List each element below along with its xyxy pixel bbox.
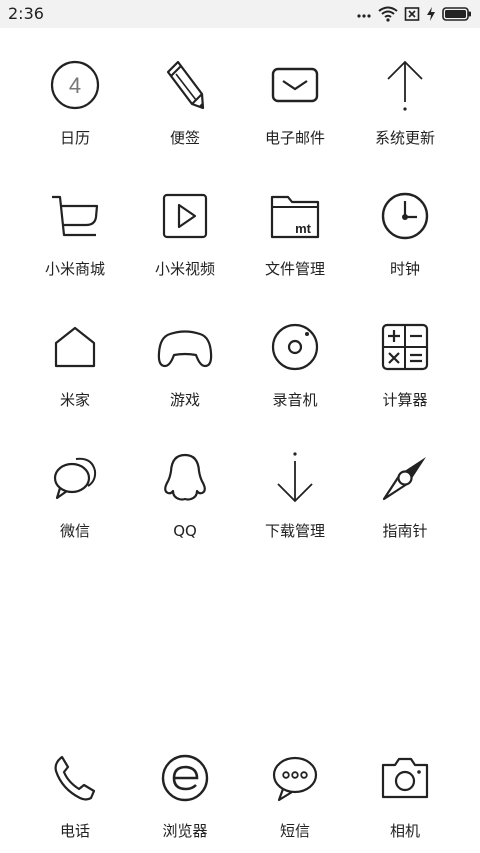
app-email[interactable]: 电子邮件 bbox=[240, 52, 350, 183]
app-label: 日历 bbox=[59, 129, 90, 147]
folder-icon: mt bbox=[262, 183, 328, 249]
status-bar: 2:36 bbox=[0, 0, 480, 28]
message-bubble-icon bbox=[262, 745, 328, 811]
app-mi-store[interactable]: 小米商城 bbox=[20, 183, 130, 314]
app-file-manager[interactable]: mt 文件管理 bbox=[240, 183, 350, 314]
pencil-icon bbox=[152, 52, 218, 118]
app-calendar[interactable]: 4 日历 bbox=[20, 52, 130, 183]
wifi-icon bbox=[378, 6, 398, 22]
arrow-up-icon bbox=[372, 52, 438, 118]
qq-penguin-icon bbox=[152, 445, 218, 511]
app-label: 下载管理 bbox=[264, 522, 325, 540]
app-calculator[interactable]: 计算器 bbox=[350, 314, 460, 445]
app-label: 微信 bbox=[59, 522, 90, 540]
app-label: 游戏 bbox=[169, 391, 200, 409]
app-label: 小米商城 bbox=[44, 260, 105, 278]
app-label: 指南针 bbox=[382, 522, 428, 540]
app-label: 时钟 bbox=[389, 260, 420, 278]
clock-icon bbox=[372, 183, 438, 249]
app-grid: 4 日历 便签 电子邮件 系统更新 小米商城 小米视频 mt 文件管理 时钟 米… bbox=[20, 52, 460, 576]
app-clock[interactable]: 时钟 bbox=[350, 183, 460, 314]
sim-none-icon bbox=[404, 6, 420, 22]
phone-icon bbox=[42, 745, 108, 811]
app-label: 电话 bbox=[59, 822, 90, 840]
app-label: 文件管理 bbox=[264, 260, 325, 278]
app-label: 短信 bbox=[279, 822, 310, 840]
dock-camera[interactable]: 相机 bbox=[350, 745, 460, 845]
envelope-icon bbox=[262, 52, 328, 118]
gamepad-icon bbox=[152, 314, 218, 380]
shopping-cart-icon bbox=[42, 183, 108, 249]
app-label: 小米视频 bbox=[154, 260, 215, 278]
recorder-icon bbox=[262, 314, 328, 380]
video-play-icon bbox=[152, 183, 218, 249]
app-label: 相机 bbox=[389, 822, 420, 840]
wechat-icon bbox=[42, 445, 108, 511]
more-dots-icon bbox=[356, 6, 372, 22]
browser-icon bbox=[152, 745, 218, 811]
compass-icon bbox=[372, 445, 438, 511]
calendar-icon: 4 bbox=[42, 52, 108, 118]
app-games[interactable]: 游戏 bbox=[130, 314, 240, 445]
dock-browser[interactable]: 浏览器 bbox=[130, 745, 240, 845]
app-label: 系统更新 bbox=[374, 129, 435, 147]
calendar-day: 4 bbox=[69, 73, 81, 98]
app-wechat[interactable]: 微信 bbox=[20, 445, 130, 576]
folder-badge: mt bbox=[295, 221, 312, 236]
app-notes[interactable]: 便签 bbox=[130, 52, 240, 183]
app-mi-home[interactable]: 米家 bbox=[20, 314, 130, 445]
app-label: 计算器 bbox=[382, 391, 428, 409]
app-label: 录音机 bbox=[272, 391, 318, 409]
app-label: 便签 bbox=[169, 129, 200, 147]
calculator-icon bbox=[372, 314, 438, 380]
app-system-update[interactable]: 系统更新 bbox=[350, 52, 460, 183]
app-downloads[interactable]: 下载管理 bbox=[240, 445, 350, 576]
status-time: 2:36 bbox=[8, 4, 44, 23]
app-recorder[interactable]: 录音机 bbox=[240, 314, 350, 445]
arrow-down-icon bbox=[262, 445, 328, 511]
dock: 电话 浏览器 短信 相机 bbox=[20, 745, 460, 845]
app-mi-video[interactable]: 小米视频 bbox=[130, 183, 240, 314]
app-compass[interactable]: 指南针 bbox=[350, 445, 460, 576]
battery-icon bbox=[442, 6, 472, 22]
house-icon bbox=[42, 314, 108, 380]
dock-phone[interactable]: 电话 bbox=[20, 745, 130, 845]
app-label: QQ bbox=[173, 522, 197, 540]
charging-bolt-icon bbox=[426, 6, 436, 22]
app-label: 米家 bbox=[59, 391, 90, 409]
camera-icon bbox=[372, 745, 438, 811]
app-qq[interactable]: QQ bbox=[130, 445, 240, 576]
app-label: 电子邮件 bbox=[264, 129, 325, 147]
app-label: 浏览器 bbox=[162, 822, 208, 840]
status-icons bbox=[356, 3, 472, 25]
dock-messages[interactable]: 短信 bbox=[240, 745, 350, 845]
